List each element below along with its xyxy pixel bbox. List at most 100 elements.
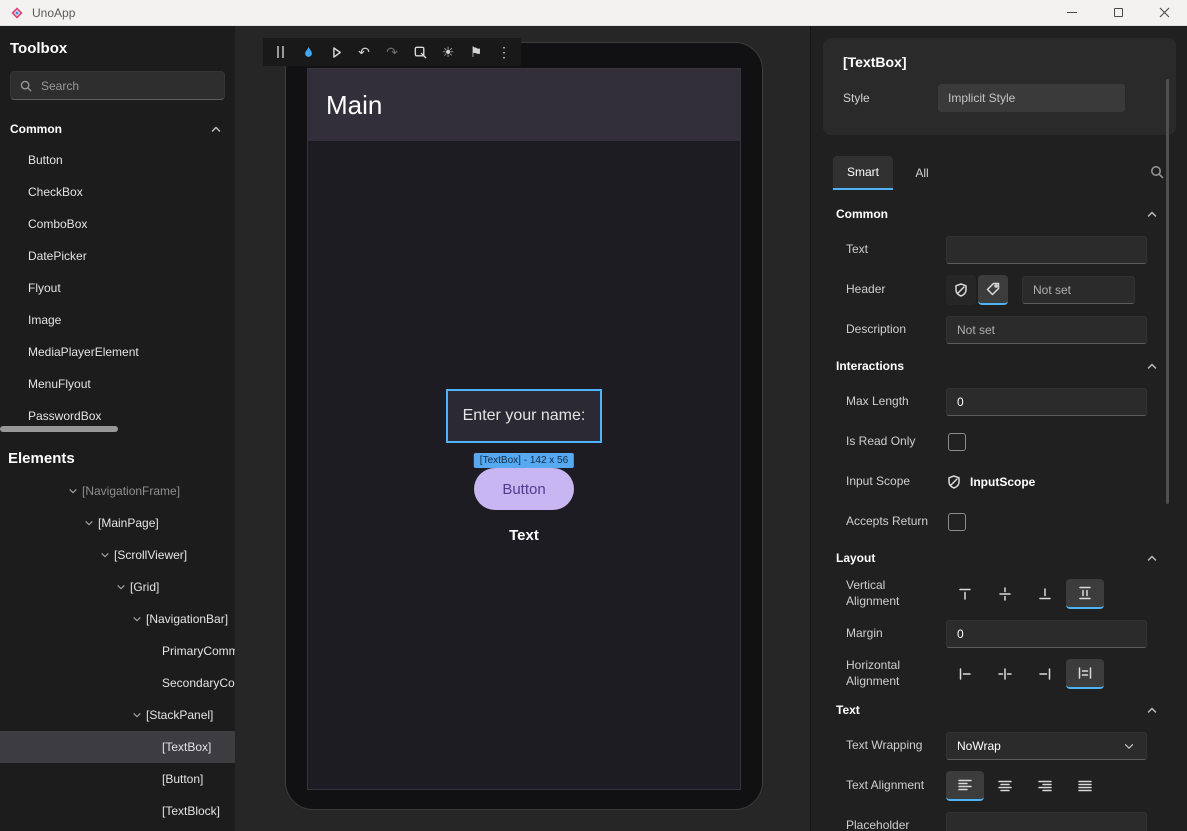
tree-item-label: [NavigationBar]: [146, 612, 228, 626]
chevron-down-icon[interactable]: [96, 549, 114, 561]
tree-item-navigationframe[interactable]: [NavigationFrame]: [0, 475, 235, 507]
toolbox-item-mediaplayerelement[interactable]: MediaPlayerElement: [0, 336, 235, 368]
input-scope-value[interactable]: InputScope: [970, 475, 1035, 489]
chevron-up-icon[interactable]: [1145, 703, 1159, 717]
chevron-up-icon[interactable]: [1145, 359, 1159, 373]
text-align-right-button[interactable]: [1026, 771, 1064, 801]
redo-button[interactable]: ↷: [381, 41, 403, 63]
tree-item-textbox[interactable]: [TextBox]: [0, 731, 235, 763]
tree-item-label: [StackPanel]: [146, 708, 213, 722]
tree-item-textblock[interactable]: [TextBlock]: [0, 795, 235, 827]
prop-label: Description: [846, 322, 946, 338]
more-icon: ⋮: [497, 44, 511, 61]
header-input[interactable]: Not set: [1022, 276, 1135, 304]
navigationbar[interactable]: Main: [308, 69, 740, 141]
toolbox-item-flyout[interactable]: Flyout: [0, 272, 235, 304]
valign-center-button[interactable]: [986, 579, 1024, 609]
text-align-left-button[interactable]: [946, 771, 984, 801]
tree-item-grid[interactable]: [Grid]: [0, 571, 235, 603]
halign-left-button[interactable]: [946, 659, 984, 689]
tree-item-secondarycommands[interactable]: SecondaryCo: [0, 667, 235, 699]
section-common[interactable]: Common: [811, 198, 1187, 230]
canvas-textblock[interactable]: Text: [509, 527, 539, 544]
text-align-justify-button[interactable]: [1066, 771, 1104, 801]
toolbox-item-datepicker[interactable]: DatePicker: [0, 240, 235, 272]
halign-center-button[interactable]: [986, 659, 1024, 689]
more-options-button[interactable]: ⋮: [493, 41, 515, 63]
culture-button[interactable]: ⚑: [465, 41, 487, 63]
toolbox-search[interactable]: [10, 71, 225, 100]
toolbox-list: Button CheckBox ComboBox DatePicker Flyo…: [0, 144, 235, 432]
device-screen[interactable]: Main Enter your name: [TextBox] - 142 x …: [307, 68, 741, 790]
hot-reload-button[interactable]: [297, 41, 319, 63]
valign-stretch-button[interactable]: [1066, 579, 1104, 609]
toolbox-item-checkbox[interactable]: CheckBox: [0, 176, 235, 208]
chevron-up-icon[interactable]: [209, 122, 223, 136]
prop-row-accepts-return: Accepts Return: [811, 502, 1187, 542]
maximize-button[interactable]: [1095, 0, 1141, 25]
style-input[interactable]: Implicit Style: [938, 84, 1125, 112]
tree-item-stackpanel[interactable]: [StackPanel]: [0, 699, 235, 731]
grip-handle[interactable]: [269, 41, 291, 63]
tree-item-primarycommands[interactable]: PrimaryComm: [0, 635, 235, 667]
search-input[interactable]: [41, 79, 201, 93]
tab-all[interactable]: All: [893, 156, 951, 190]
tree-item-navigationbar[interactable]: [NavigationBar]: [0, 603, 235, 635]
valign-top-button[interactable]: [946, 579, 984, 609]
max-length-input[interactable]: 0: [946, 388, 1147, 416]
chevron-down-icon[interactable]: [112, 581, 130, 593]
halign-right-button[interactable]: [1026, 659, 1064, 689]
valign-bottom-button[interactable]: [1026, 579, 1064, 609]
text-input[interactable]: [946, 236, 1147, 264]
close-button[interactable]: [1141, 0, 1187, 25]
selected-textbox[interactable]: Enter your name:: [446, 389, 602, 443]
text-wrapping-dropdown[interactable]: NoWrap: [946, 732, 1147, 760]
text-align-center-button[interactable]: [986, 771, 1024, 801]
halign-stretch-button[interactable]: [1066, 659, 1104, 689]
toolbox-horizontal-scrollbar[interactable]: [0, 426, 118, 432]
section-text[interactable]: Text: [811, 694, 1187, 726]
minimize-button[interactable]: [1049, 0, 1095, 25]
description-input[interactable]: Not set: [946, 316, 1147, 344]
undo-button[interactable]: ↶: [353, 41, 375, 63]
design-canvas[interactable]: ↶ ↷ ☀ ⚑ ⋮ Main Enter your name: [TextBox…: [235, 26, 810, 831]
tab-smart[interactable]: Smart: [833, 156, 893, 190]
section-interactions[interactable]: Interactions: [811, 350, 1187, 382]
play-button[interactable]: [325, 41, 347, 63]
section-label: Layout: [836, 551, 875, 565]
margin-input[interactable]: 0: [946, 620, 1147, 648]
tree-item-mainpage[interactable]: [MainPage]: [0, 507, 235, 539]
chevron-down-icon[interactable]: [80, 517, 98, 529]
chevron-down-icon[interactable]: [128, 613, 146, 625]
properties-search-button[interactable]: [1149, 164, 1165, 185]
flags-icon: ⚑: [470, 44, 483, 61]
accepts-return-checkbox[interactable]: [948, 513, 966, 531]
toolbox-item-menuflyout[interactable]: MenuFlyout: [0, 368, 235, 400]
toolbox-item-button[interactable]: Button: [0, 144, 235, 176]
tree-item-button[interactable]: [Button]: [0, 763, 235, 795]
section-layout[interactable]: Layout: [811, 542, 1187, 574]
toolbox-item-label: ComboBox: [28, 217, 87, 231]
toolbox-item-combobox[interactable]: ComboBox: [0, 208, 235, 240]
is-read-only-checkbox[interactable]: [948, 433, 966, 451]
header-tag-toggle[interactable]: [978, 275, 1008, 305]
header-binding-toggle[interactable]: [946, 275, 976, 305]
text-align-center-icon: [997, 778, 1013, 794]
chevron-down-icon[interactable]: [128, 709, 146, 721]
chevron-up-icon[interactable]: [1145, 551, 1159, 565]
toolbox-item-image[interactable]: Image: [0, 304, 235, 336]
style-label: Style: [843, 91, 938, 105]
chevron-down-icon[interactable]: [64, 485, 82, 497]
halign-left-icon: [957, 666, 973, 682]
toolbox-section-common[interactable]: Common: [0, 116, 235, 142]
element-picker-button[interactable]: [409, 41, 431, 63]
theme-toggle-button[interactable]: ☀: [437, 41, 459, 63]
chevron-up-icon[interactable]: [1145, 207, 1159, 221]
selection-size-badge: [TextBox] - 142 x 56: [474, 453, 574, 468]
prop-row-horizontal-alignment: Horizontal Alignment: [811, 654, 1187, 694]
tree-item-scrollviewer[interactable]: [ScrollViewer]: [0, 539, 235, 571]
properties-panel: [TextBox] Style Implicit Style Smart All…: [810, 26, 1187, 831]
canvas-button[interactable]: Button: [474, 468, 574, 510]
placeholder-input[interactable]: [946, 812, 1147, 831]
properties-scrollbar[interactable]: [1166, 79, 1169, 504]
